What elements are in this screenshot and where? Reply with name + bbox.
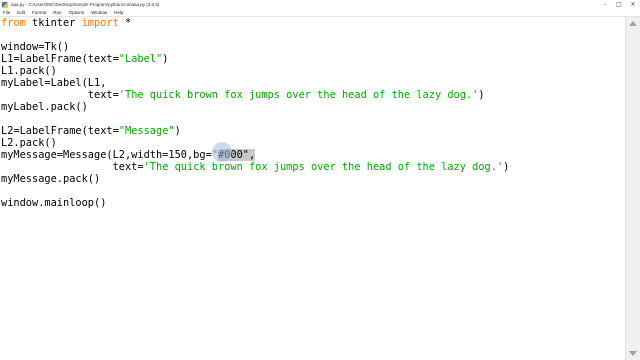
string-literal: 'The quick brown fox jumps over the head… xyxy=(143,161,504,173)
code-line-blank[interactable] xyxy=(0,113,626,125)
menu-edit[interactable]: Edit xyxy=(17,10,25,15)
code-line[interactable]: from tkinter import * xyxy=(0,17,626,29)
code-editor[interactable]: from tkinter import * window=Tk() L1=Lab… xyxy=(0,17,626,360)
code-text: L1=LabelFrame(text= xyxy=(1,53,119,65)
string-literal: "Label" xyxy=(118,53,163,65)
code-text: myMessage=Message(L2,width=150,bg= xyxy=(1,149,212,161)
code-line[interactable]: L1.pack() xyxy=(0,65,626,77)
code-line[interactable]: window.mainloop() xyxy=(0,197,626,209)
code-line[interactable]: L2=LabelFrame(text="Message") xyxy=(0,125,626,137)
minimize-button[interactable]: – xyxy=(598,0,612,9)
scroll-up-arrow-icon[interactable] xyxy=(629,21,637,26)
title-bar: aaa.py - C:\Users\MC\Desktop\Sample Prog… xyxy=(0,0,640,9)
code-text: text= xyxy=(1,89,119,101)
scroll-down-arrow-icon[interactable] xyxy=(629,351,637,356)
close-button[interactable]: ✕ xyxy=(626,0,640,9)
code-text: ) xyxy=(503,161,510,173)
string-literal: 'The quick brown fox jumps over the head… xyxy=(118,89,479,101)
code-text: * xyxy=(118,17,132,29)
window-controls: – □ ✕ xyxy=(598,0,640,9)
code-line[interactable]: text='The quick brown fox jumps over the… xyxy=(0,161,626,173)
python-icon xyxy=(2,1,8,8)
menu-options[interactable]: Options xyxy=(69,10,85,15)
keyword: from xyxy=(1,17,26,29)
menu-file[interactable]: File xyxy=(3,10,10,15)
code-line[interactable]: L1=LabelFrame(text="Label") xyxy=(0,53,626,65)
code-line[interactable]: myMessage.pack() xyxy=(0,173,626,185)
code-text: L2=LabelFrame(text= xyxy=(1,125,119,137)
menu-help[interactable]: Help xyxy=(114,10,123,15)
code-line[interactable]: myMessage=Message(L2,width=150,bg="#000"… xyxy=(0,149,626,161)
idle-editor-window: aaa.py - C:\Users\MC\Desktop\Sample Prog… xyxy=(0,0,640,360)
code-line[interactable]: myLabel.pack() xyxy=(0,101,626,113)
menu-bar: File Edit Format Run Options Window Help xyxy=(0,9,640,17)
code-line-blank[interactable] xyxy=(0,185,626,197)
code-line[interactable]: window=Tk() xyxy=(0,41,626,53)
code-line-blank[interactable] xyxy=(0,29,626,41)
window-title: aaa.py - C:\Users\MC\Desktop\Sample Prog… xyxy=(11,2,160,7)
string-literal: "Message" xyxy=(118,125,175,137)
code-text: ) xyxy=(174,125,181,137)
code-text: text= xyxy=(1,161,144,173)
keyword: import xyxy=(81,17,119,29)
maximize-button[interactable]: □ xyxy=(612,0,626,9)
vertical-scrollbar[interactable] xyxy=(625,17,640,360)
code-text: ) xyxy=(162,53,169,65)
menu-run[interactable]: Run xyxy=(53,10,61,15)
code-line[interactable]: myLabel=Label(L1, xyxy=(0,77,626,89)
mouse-cursor-highlight xyxy=(212,142,232,162)
code-text: ) xyxy=(478,89,485,101)
code-line[interactable]: text='The quick brown fox jumps over the… xyxy=(0,89,626,101)
code-text: tkinter xyxy=(25,17,82,29)
menu-window[interactable]: Window xyxy=(91,10,107,15)
code-line[interactable]: L2.pack() xyxy=(0,137,626,149)
menu-format[interactable]: Format xyxy=(32,10,46,15)
